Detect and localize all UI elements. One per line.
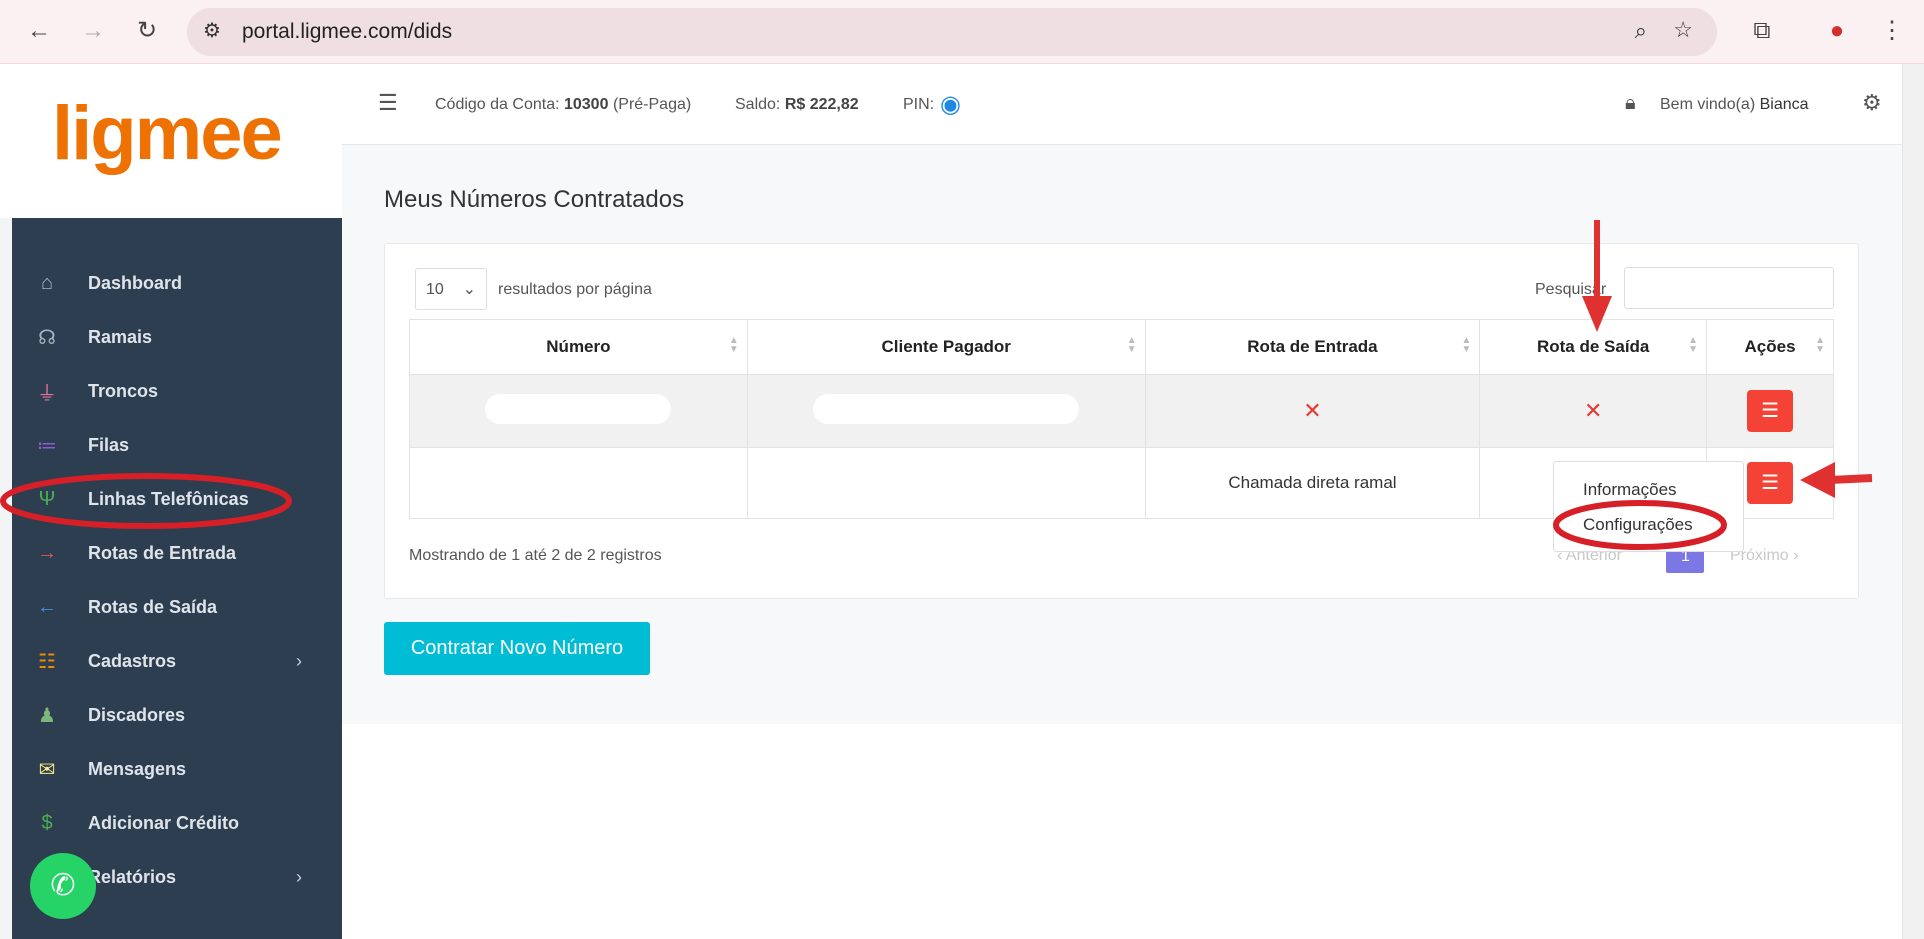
search-input[interactable] bbox=[1624, 267, 1834, 309]
chevron-down-icon: ⌄ bbox=[463, 279, 476, 299]
sort-icon: ▲▼ bbox=[729, 336, 739, 354]
chevron-right-icon: › bbox=[296, 651, 302, 672]
table-row: ✕ ✕ ☰ bbox=[410, 375, 1834, 448]
profile-icon[interactable]: ● bbox=[1820, 14, 1854, 48]
site-settings-icon[interactable]: ⚙ bbox=[203, 18, 221, 43]
whatsapp-button[interactable]: ✆ bbox=[30, 853, 96, 919]
arrow-left-icon: ← bbox=[32, 596, 62, 619]
back-icon[interactable]: ← bbox=[22, 14, 56, 48]
envelope-icon: ✉ bbox=[32, 757, 62, 782]
sort-icon: ▲▼ bbox=[1461, 336, 1471, 354]
logo: ligmee bbox=[52, 90, 281, 177]
page-title: Meus Números Contratados bbox=[384, 186, 684, 214]
headset-icon: ☊ bbox=[32, 325, 62, 350]
table-info: Mostrando de 1 até 2 de 2 registros bbox=[409, 547, 662, 565]
reload-icon[interactable]: ↻ bbox=[130, 14, 164, 48]
forward-icon[interactable]: → bbox=[76, 14, 110, 48]
antenna-icon: Ψ bbox=[32, 488, 62, 511]
actions-button[interactable]: ☰ bbox=[1747, 462, 1793, 504]
star-icon[interactable]: ☆ bbox=[1673, 17, 1693, 43]
sidebar-item-ramais[interactable]: ☊Ramais bbox=[12, 310, 342, 364]
sidebar-item-discadores[interactable]: ♟Discadores bbox=[12, 688, 342, 742]
col-rota-entrada[interactable]: Rota de Entrada▲▼ bbox=[1145, 320, 1480, 375]
eye-icon[interactable]: ◉ bbox=[940, 90, 961, 119]
home-icon: ⌂ bbox=[32, 272, 62, 295]
sidebar-item-adicionar-crédito[interactable]: $Adicionar Crédito bbox=[12, 796, 342, 850]
url-text[interactable]: portal.ligmee.com/dids bbox=[242, 20, 452, 44]
extensions-icon[interactable]: ⧉ bbox=[1745, 14, 1779, 48]
sidebar-item-rotas-de-saída[interactable]: ←Rotas de Saída bbox=[12, 580, 342, 634]
menu-item-informacoes[interactable]: Informações bbox=[1583, 480, 1677, 500]
zoom-icon[interactable]: ⌕ bbox=[1635, 18, 1647, 44]
sidebar-item-dashboard[interactable]: ⌂Dashboard bbox=[12, 256, 342, 310]
x-icon: ✕ bbox=[1303, 398, 1321, 423]
page-size-select[interactable]: 10⌄ bbox=[415, 268, 487, 310]
sidebar-item-cadastros[interactable]: ☷Cadastros› bbox=[12, 634, 342, 688]
sidebar-item-rotas-de-entrada[interactable]: →Rotas de Entrada bbox=[12, 526, 342, 580]
col-rota-saida[interactable]: Rota de Saída▲▼ bbox=[1480, 320, 1707, 375]
sort-icon: ▲▼ bbox=[1688, 336, 1698, 354]
lock-icon: 🔒︎ bbox=[1625, 92, 1636, 115]
form-list-icon: ☷ bbox=[32, 649, 62, 674]
sidebar-item-mensagens[interactable]: ✉Mensagens bbox=[12, 742, 342, 796]
sidebar-item-linhas-telefônicas[interactable]: ΨLinhas Telefônicas bbox=[12, 472, 342, 526]
sidebar-item-troncos[interactable]: ⏚Troncos bbox=[12, 364, 342, 418]
sort-icon: ▲▼ bbox=[1815, 336, 1825, 354]
settings-gear-icon[interactable]: ⚙ bbox=[1862, 90, 1882, 116]
sidebar-nav: ⌂Dashboard☊Ramais⏚Troncos≔FilasΨLinhas T… bbox=[12, 256, 342, 904]
col-acoes[interactable]: Ações▲▼ bbox=[1707, 320, 1834, 375]
address-bar[interactable]: ⚙ portal.ligmee.com/dids ⌕ ☆ bbox=[187, 8, 1717, 56]
chevron-right-icon: › bbox=[296, 867, 302, 888]
plug-icon: ⏚ bbox=[32, 377, 62, 406]
menu-item-configuracoes[interactable]: Configurações bbox=[1583, 515, 1693, 535]
sort-icon: ▲▼ bbox=[1127, 336, 1137, 354]
col-cliente[interactable]: Cliente Pagador▲▼ bbox=[747, 320, 1145, 375]
hamburger-icon[interactable]: ☰ bbox=[378, 90, 398, 116]
actions-dropdown: Informações Configurações bbox=[1553, 461, 1744, 552]
x-icon: ✕ bbox=[1584, 398, 1602, 423]
list-icon: ≔ bbox=[32, 433, 62, 458]
arrow-right-icon: → bbox=[32, 542, 62, 565]
browser-toolbar: ← → ↻ ⚙ portal.ligmee.com/dids ⌕ ☆ ⧉ ● ⋮ bbox=[0, 0, 1924, 64]
top-header: ☰ Código da Conta: 10300 (Pré-Paga) Sald… bbox=[342, 64, 1902, 145]
col-numero[interactable]: Número▲▼ bbox=[410, 320, 748, 375]
scrollbar[interactable] bbox=[1902, 64, 1924, 939]
menu-dots-icon[interactable]: ⋮ bbox=[1875, 14, 1909, 48]
actions-button[interactable]: ☰ bbox=[1747, 390, 1793, 432]
redacted-client bbox=[813, 394, 1079, 424]
sidebar-item-filas[interactable]: ≔Filas bbox=[12, 418, 342, 472]
redacted-number bbox=[485, 394, 671, 424]
new-number-button[interactable]: Contratar Novo Número bbox=[384, 622, 650, 675]
android-icon: ♟ bbox=[32, 703, 62, 728]
dollar-icon: $ bbox=[32, 812, 62, 835]
